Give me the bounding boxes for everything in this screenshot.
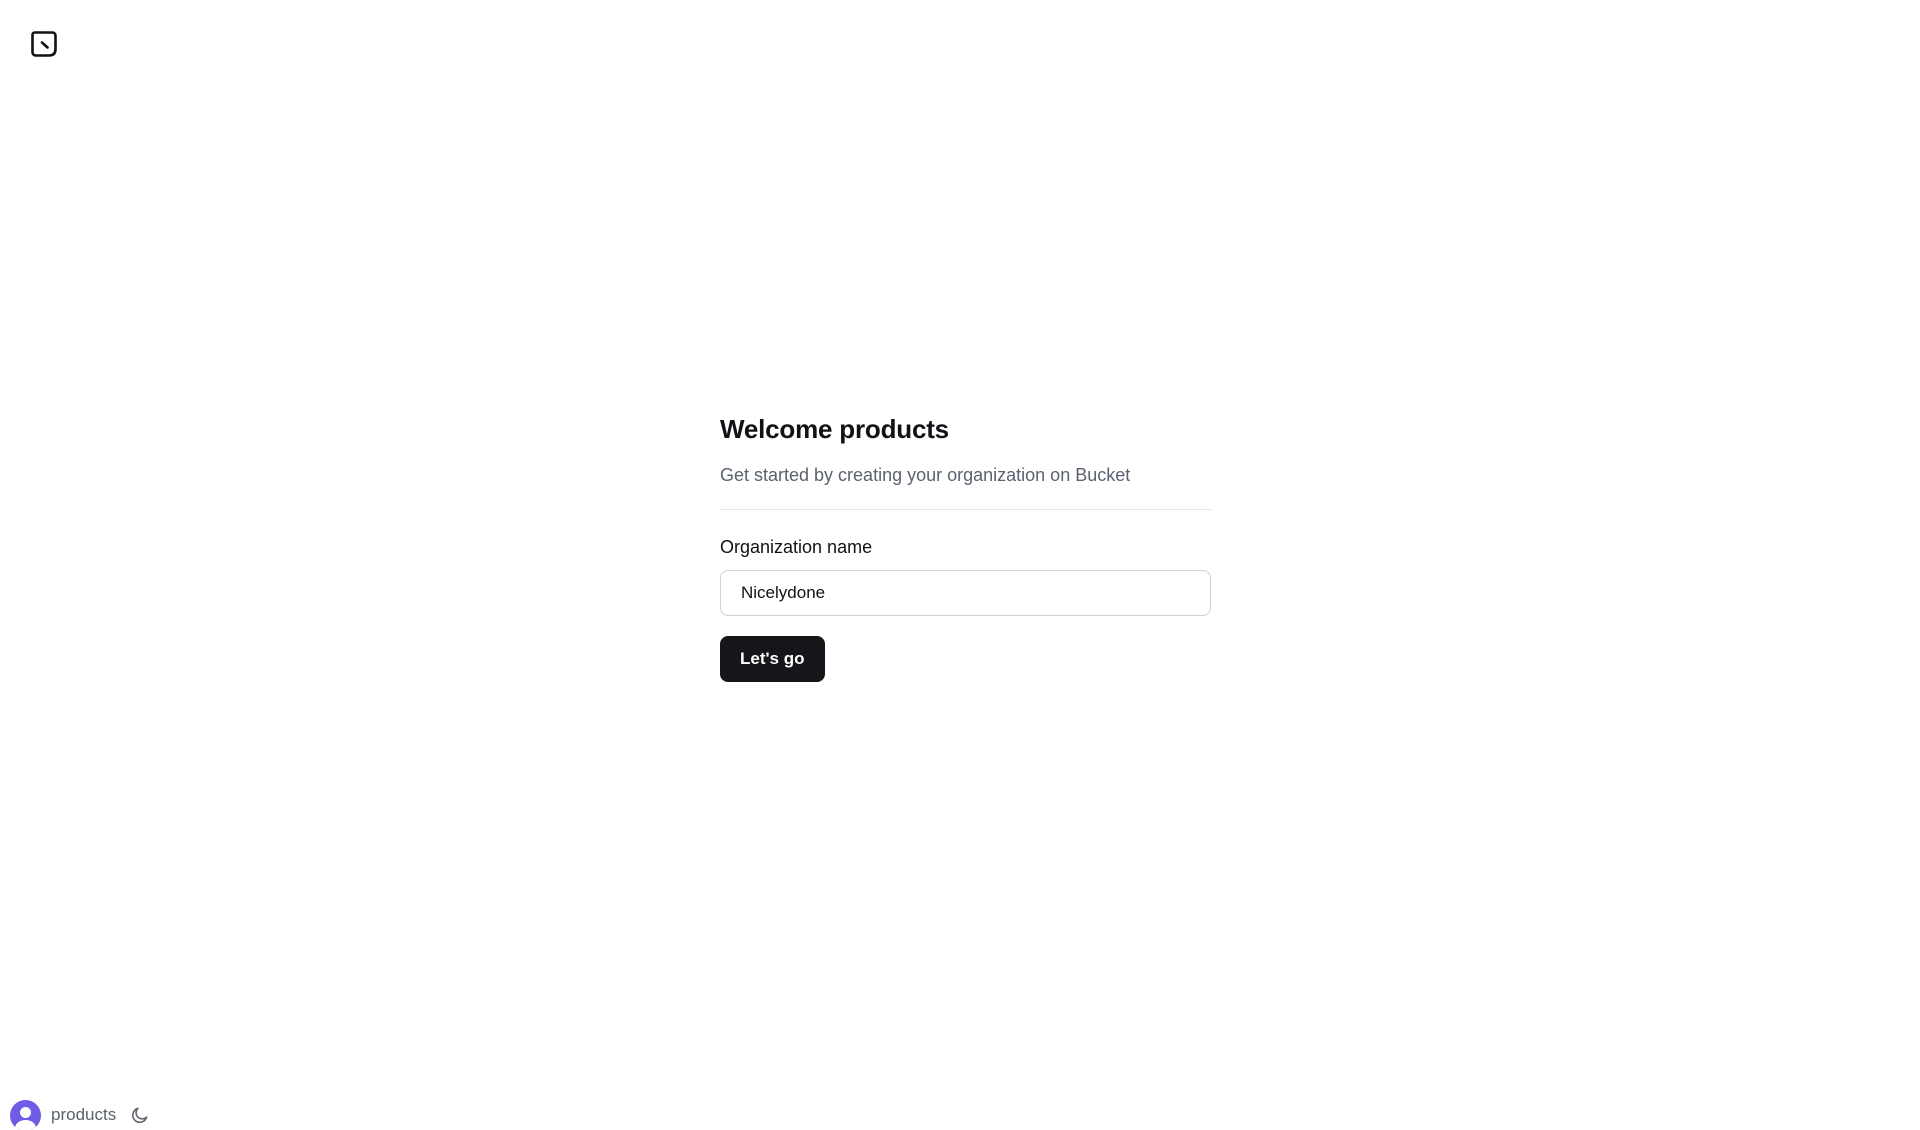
user-footer: products [10,1099,150,1130]
username[interactable]: products [51,1105,116,1125]
moon-icon[interactable] [130,1105,150,1125]
organization-name-input[interactable] [741,583,1190,603]
organization-name-label: Organization name [720,537,873,557]
page-subtitle: Get started by creating your organizatio… [720,465,1131,485]
bucket-logo-icon[interactable] [30,30,58,58]
onboarding-page: Welcome products Get started by creating… [0,0,1920,1130]
create-organization-form: Welcome products Get started by creating… [720,410,1211,682]
page-title: Welcome products [720,414,949,444]
user-avatar-icon[interactable] [10,1099,41,1130]
lets-go-button[interactable]: Let's go [720,636,825,682]
divider [720,509,1211,510]
organization-name-field[interactable] [720,570,1211,616]
